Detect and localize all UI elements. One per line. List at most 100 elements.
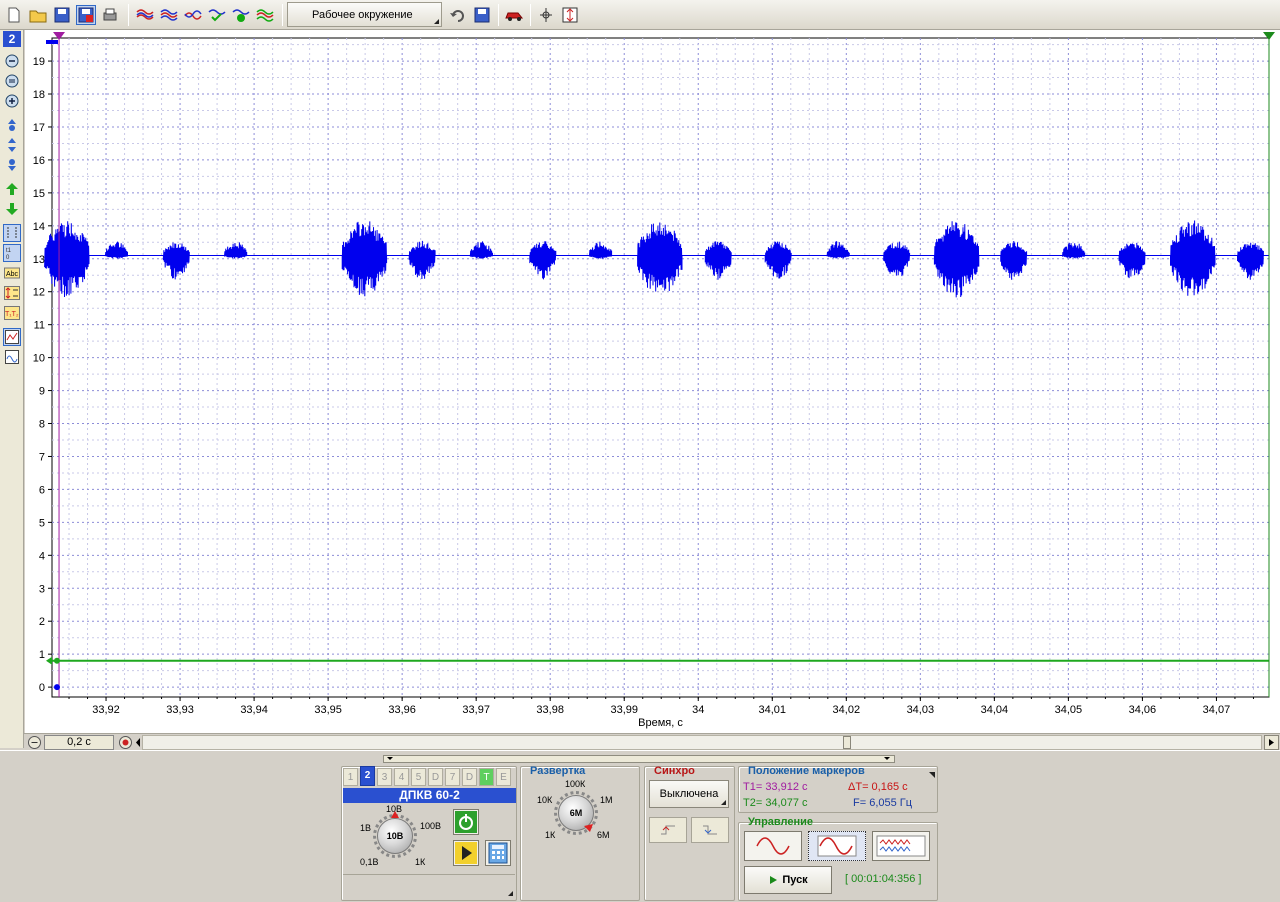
top-scale-marker: [46, 40, 58, 44]
y-tick-label-15: 15: [33, 188, 45, 200]
fit-vertical-icon[interactable]: [560, 5, 580, 25]
vertical-scale-icon[interactable]: t1 0: [3, 244, 21, 262]
channel-tab-3[interactable]: 4: [394, 768, 409, 786]
sync-mode-label: Выключена: [659, 788, 719, 800]
new-file-icon[interactable]: [4, 5, 24, 25]
save-icon[interactable]: [52, 5, 72, 25]
oscilloscope-plot[interactable]: 0 1 2 3 4 5 6 7 8 9 10 11 12 13 14 15 16 17 18 19 33,92 33,93…: [25, 30, 1280, 733]
save-workspace-icon[interactable]: [472, 5, 492, 25]
spectrum-view-icon[interactable]: [3, 348, 21, 366]
channel-tab-2[interactable]: 3: [377, 768, 392, 786]
y-tick-label-18: 18: [33, 89, 45, 101]
center-icon[interactable]: [3, 136, 21, 154]
x-tick-label-12: 34,04: [981, 704, 1009, 716]
sweep-scale-top: 100К: [565, 779, 586, 789]
waveform-check-icon[interactable]: [207, 5, 227, 25]
y-tick-label-11: 11: [34, 320, 45, 332]
channel-tab-1[interactable]: 2: [360, 766, 375, 786]
signal-zero-dot: [54, 684, 60, 691]
y-tick-label-7: 7: [39, 451, 45, 463]
x-tick-label-2: 33,94: [240, 704, 268, 716]
channel-tab-7[interactable]: D: [462, 768, 477, 786]
elapsed-time: [ 00:01:04:356 ]: [845, 873, 922, 885]
zoom-fit-icon[interactable]: [3, 72, 21, 90]
sweep-scale-left: 10К: [537, 795, 553, 805]
active-channel-badge[interactable]: 2: [3, 31, 21, 47]
channel-tab-6[interactable]: 7: [445, 768, 460, 786]
y-tick-label-6: 6: [39, 484, 45, 496]
x-tick-label-7: 33,99: [610, 704, 638, 716]
x-tick-label-11: 34,03: [907, 704, 935, 716]
voltage-knob-value: 10В: [386, 831, 404, 841]
reference-zero-dot: [54, 657, 60, 664]
sweep-title: Развертка: [530, 765, 586, 777]
channel-tab-4[interactable]: 5: [411, 768, 426, 786]
arrow-up-icon[interactable]: [3, 180, 21, 198]
x-tick-label-3: 33,95: [314, 704, 342, 716]
x-tick-label-6: 33,98: [536, 704, 564, 716]
measure-icon[interactable]: [536, 5, 556, 25]
zoom-out-icon[interactable]: [3, 52, 21, 70]
x-tick-label-0: 33,92: [92, 704, 120, 716]
channel-extra-area: [343, 874, 515, 898]
voltage-knob[interactable]: 10В: [377, 818, 413, 854]
falling-edge-button[interactable]: [691, 817, 729, 843]
start-button[interactable]: Пуск: [744, 866, 832, 894]
waveform-icon[interactable]: [135, 5, 155, 25]
channel-tab-0[interactable]: 1: [343, 768, 358, 786]
channel-tab-9[interactable]: E: [496, 768, 511, 786]
zoom-in-icon[interactable]: [3, 92, 21, 110]
open-folder-icon[interactable]: [28, 5, 48, 25]
waveform-number-icon[interactable]: [231, 5, 251, 25]
horizontal-scrollbar[interactable]: [142, 735, 1262, 750]
chart-view-icon[interactable]: [3, 328, 21, 346]
scroll-right-icon[interactable]: [1264, 735, 1279, 750]
channel-tab-5[interactable]: D: [428, 768, 443, 786]
waveform-cross-icon[interactable]: [159, 5, 179, 25]
continuous-mode-button[interactable]: [808, 831, 866, 861]
y-tick-label-8: 8: [39, 419, 45, 431]
record-mode-button[interactable]: [872, 831, 930, 861]
save-as-icon[interactable]: [76, 5, 96, 25]
waveform-chart[interactable]: 01234567891011121314151617181933,92 33,93…: [25, 30, 1280, 733]
main-toolbar: Рабочее окружение: [0, 0, 1280, 30]
grid-lines-icon[interactable]: [3, 224, 21, 242]
y-tick-label-0: 0: [39, 682, 45, 694]
time-markers-icon[interactable]: T₁T₂: [3, 304, 21, 322]
shift-up-icon[interactable]: [3, 116, 21, 134]
channel-power-button[interactable]: [453, 809, 479, 835]
waveform-settings-icon[interactable]: [255, 5, 275, 25]
single-mode-button[interactable]: [744, 831, 802, 861]
x-tick-label-4: 33,96: [388, 704, 416, 716]
panel-scrollbar[interactable]: [383, 755, 895, 763]
workspace-dropdown[interactable]: Рабочее окружение: [287, 2, 442, 27]
sync-mode-dropdown[interactable]: Выключена: [649, 780, 729, 808]
knob-scale-bottom-right: 1К: [415, 857, 426, 867]
scroll-left-icon[interactable]: [134, 735, 142, 750]
channel-play-button[interactable]: [453, 840, 479, 866]
rising-edge-button[interactable]: [649, 817, 687, 843]
channel-tab-8[interactable]: T: [479, 768, 494, 786]
y-tick-label-2: 2: [39, 616, 45, 628]
channel-name: ДПКВ 60-2: [343, 788, 516, 803]
marker-positions-title: Положение маркеров: [748, 765, 865, 777]
knob-scale-bottom-left: 0,1В: [360, 857, 379, 867]
waveform-link-icon[interactable]: [183, 5, 203, 25]
amplitude-markers-icon[interactable]: [3, 284, 21, 302]
print-icon[interactable]: [100, 5, 120, 25]
timebase-decrease-icon[interactable]: [27, 735, 42, 750]
text-label-icon[interactable]: Abc: [3, 264, 21, 282]
reference-level-indicator: [46, 656, 52, 665]
knob-scale-right: 100В: [420, 821, 442, 831]
shift-down-icon[interactable]: [3, 156, 21, 174]
arrow-down-icon[interactable]: [3, 200, 21, 218]
marker-t1-value: T1= 33,912 с: [743, 781, 808, 793]
scrollbar-thumb[interactable]: [843, 736, 851, 749]
sweep-scale-bottom-left: 1К: [545, 830, 556, 840]
car-icon[interactable]: [504, 5, 524, 25]
calculator-icon[interactable]: [485, 840, 511, 866]
y-tick-label-4: 4: [39, 550, 45, 562]
y-tick-label-16: 16: [33, 155, 45, 167]
timebase-increase-icon[interactable]: [118, 735, 133, 750]
undo-icon[interactable]: [448, 5, 468, 25]
